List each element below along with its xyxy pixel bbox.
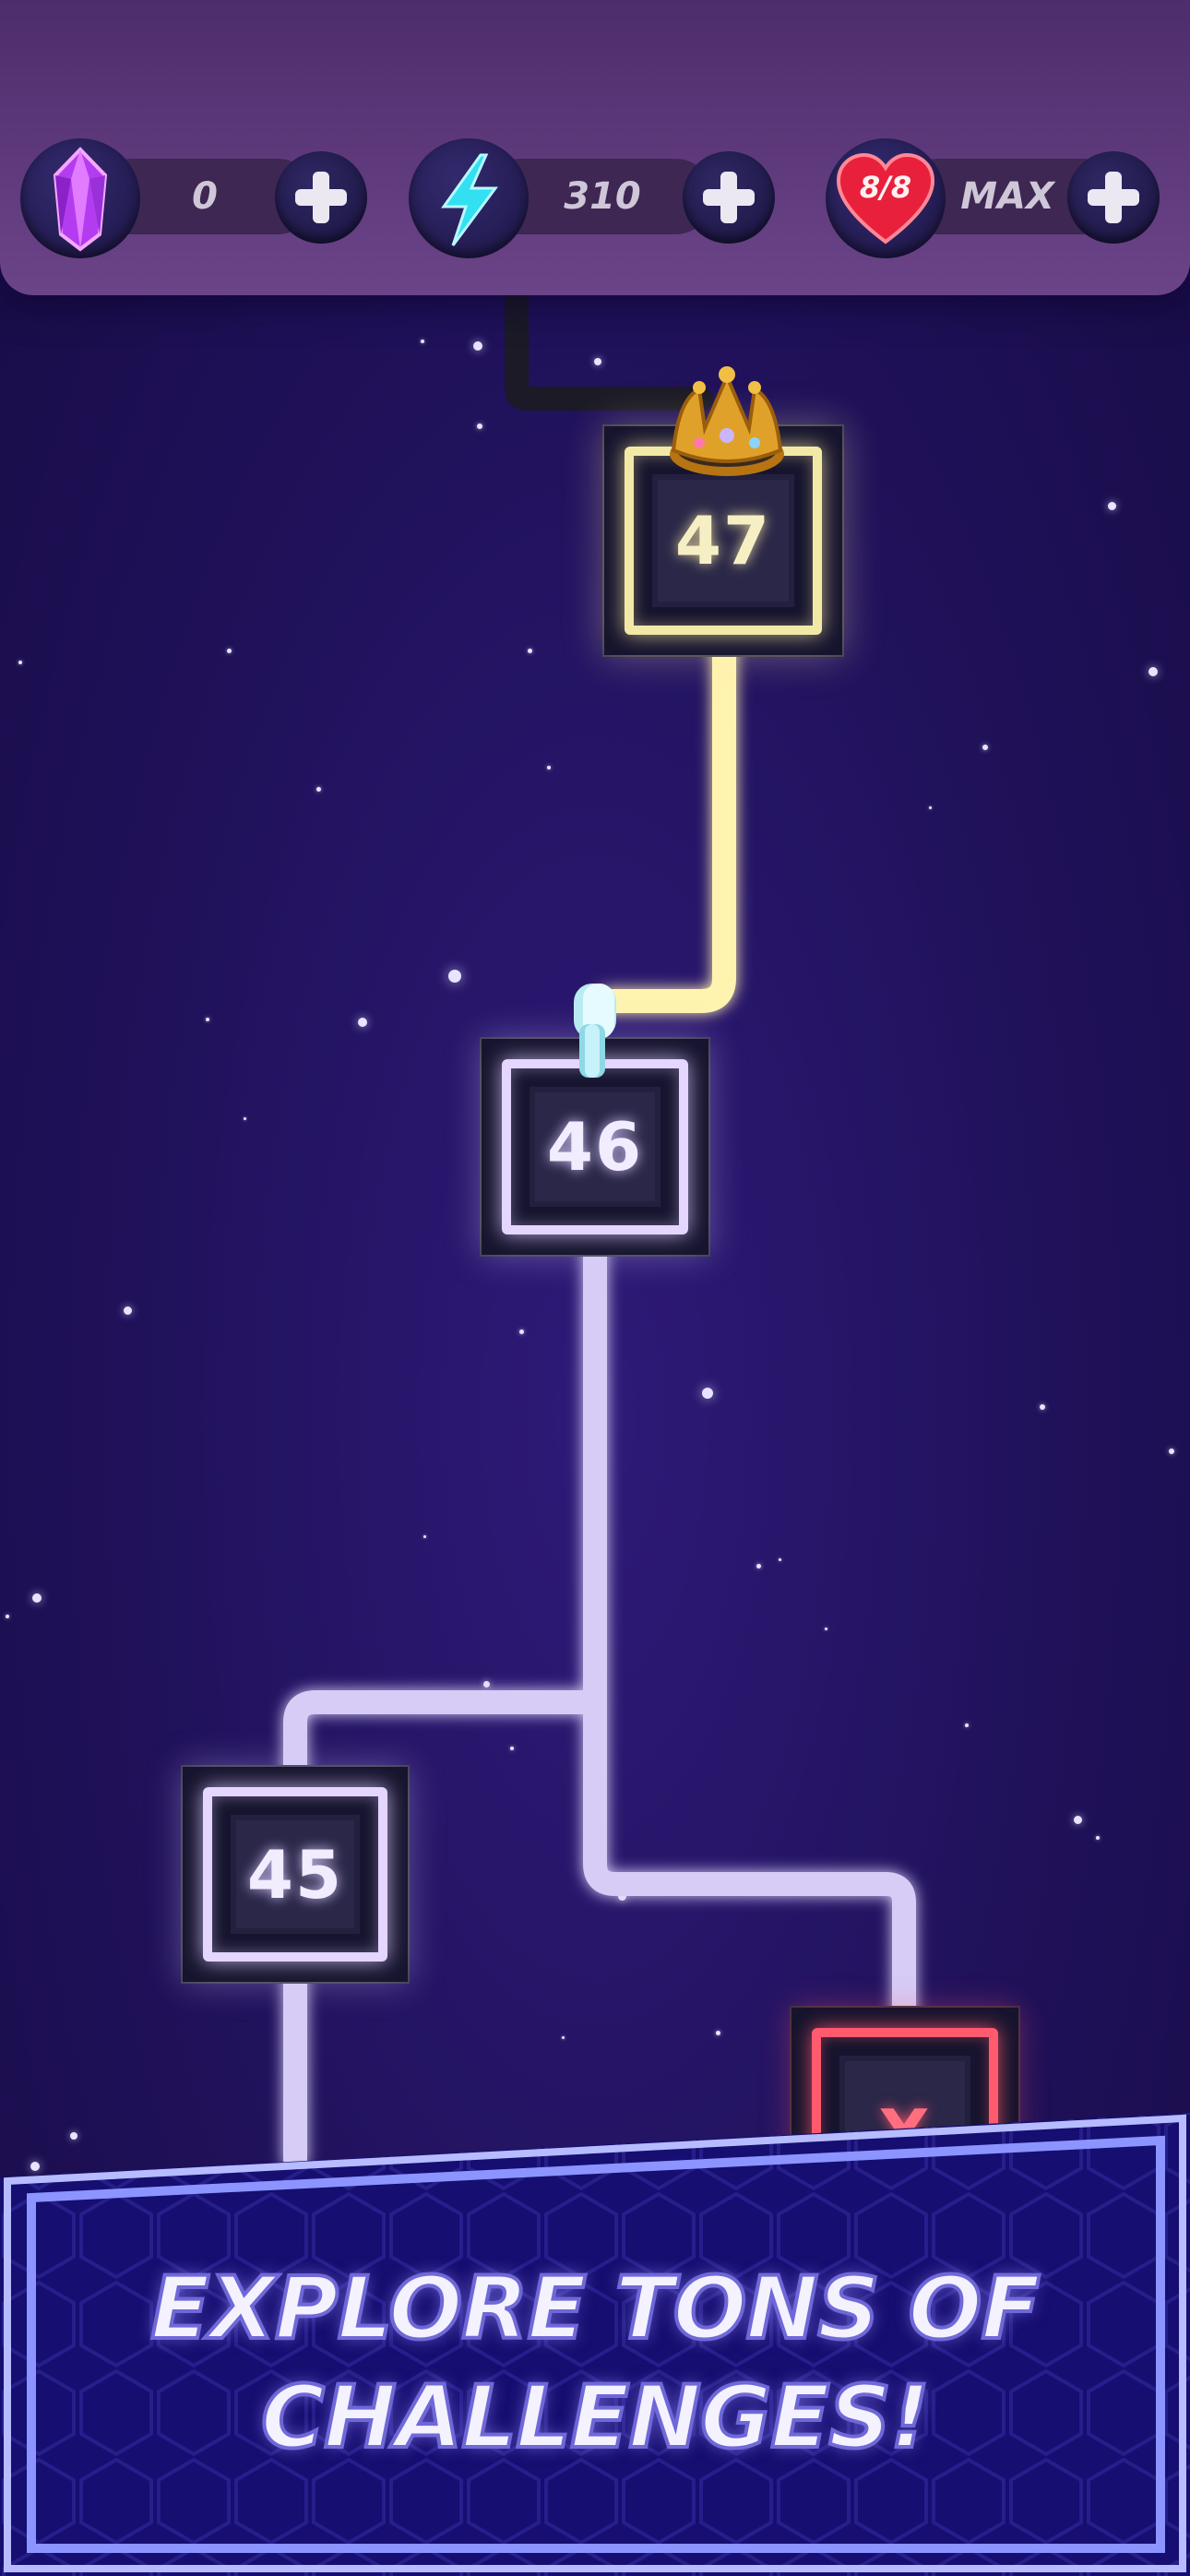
promo-banner: EXPLORE TONS OF CHALLENGES! — [0, 2104, 1190, 2576]
level-number: 45 — [246, 1835, 344, 1914]
resource-bar: 0 310 MAX 8/8 — [0, 0, 1190, 295]
level-map: 47 46 45 X 0 — [0, 0, 1190, 2576]
banner-title-line-1: EXPLORE TONS OF — [149, 2257, 1042, 2361]
energy-icon-holder — [409, 138, 529, 258]
path-46-to-47 — [597, 634, 736, 1013]
add-lives-button[interactable] — [1067, 151, 1160, 244]
energy-value: 310 — [564, 175, 641, 218]
energy-counter: 310 — [409, 138, 782, 258]
gems-value: 0 — [192, 175, 218, 218]
level-node-45[interactable]: 45 — [183, 1767, 408, 1982]
lives-value: MAX — [960, 175, 1054, 218]
heart-icon-holder: 8/8 — [826, 138, 946, 258]
path-46-down — [583, 1238, 916, 2023]
player-token-icon — [574, 984, 616, 1078]
crown-icon — [670, 366, 784, 476]
purple-crystal-icon — [53, 147, 108, 252]
path-branch-to-45 — [283, 1690, 607, 1779]
add-gems-button[interactable] — [275, 151, 367, 244]
lives-counter: MAX 8/8 — [826, 138, 1172, 258]
gem-icon-holder — [20, 138, 140, 258]
add-energy-button[interactable] — [683, 151, 775, 244]
banner-title-line-2: CHALLENGES! — [259, 2366, 932, 2470]
gems-counter: 0 — [20, 138, 375, 258]
lives-badge: 8/8 — [859, 170, 912, 205]
lightning-bolt-icon — [441, 153, 498, 246]
